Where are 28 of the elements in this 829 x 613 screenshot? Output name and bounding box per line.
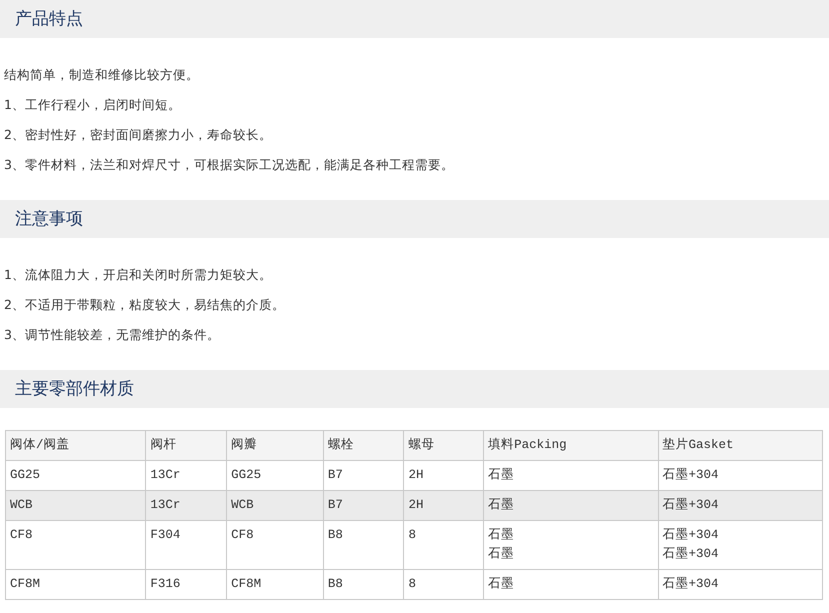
cell-line: 石墨+304	[662, 527, 720, 544]
paragraph: 2、不适用于带颗粒，粘度较大，易结焦的介质。	[4, 296, 286, 314]
paragraph: 1、流体阻力大，开启和关闭时所需力矩较大。	[4, 266, 273, 284]
paragraph: 3、调节性能较差，无需维护的条件。	[4, 326, 221, 344]
column-header: 垫片Gasket	[658, 430, 822, 460]
table-cell: F316	[146, 570, 227, 600]
section-heading: 主要零部件材质	[0, 370, 829, 408]
cell-line: 石墨	[488, 527, 516, 544]
table-cell: 8	[404, 570, 484, 600]
cell-line: 石墨	[488, 546, 516, 563]
column-header: 阀杆	[146, 430, 227, 460]
paragraph: 3、零件材料，法兰和对焊尺寸，可根据实际工况选配，能满足各种工程需要。	[4, 156, 455, 174]
column-header: 螺母	[404, 430, 484, 460]
column-header: 阀体/阀盖	[6, 430, 146, 460]
column-header: 螺栓	[323, 430, 404, 460]
cell-line: 石墨+304	[662, 546, 720, 563]
paragraph: 结构简单，制造和维修比较方便。	[4, 66, 200, 84]
table-cell: CF8M	[6, 570, 146, 600]
column-header: 填料Packing	[484, 430, 658, 460]
table-cell: 石墨+304	[658, 570, 822, 600]
section-heading: 产品特点	[0, 0, 829, 38]
table-cell: 石墨	[484, 570, 658, 600]
paragraph: 1、工作行程小，启闭时间短。	[4, 96, 182, 114]
table-cell: CF8M	[226, 570, 324, 600]
section-heading: 注意事项	[0, 200, 829, 238]
table-cell: B8	[323, 570, 404, 600]
paragraph: 2、密封性好，密封面间磨擦力小，寿命较长。	[4, 126, 273, 144]
column-header: 阀瓣	[226, 430, 324, 460]
